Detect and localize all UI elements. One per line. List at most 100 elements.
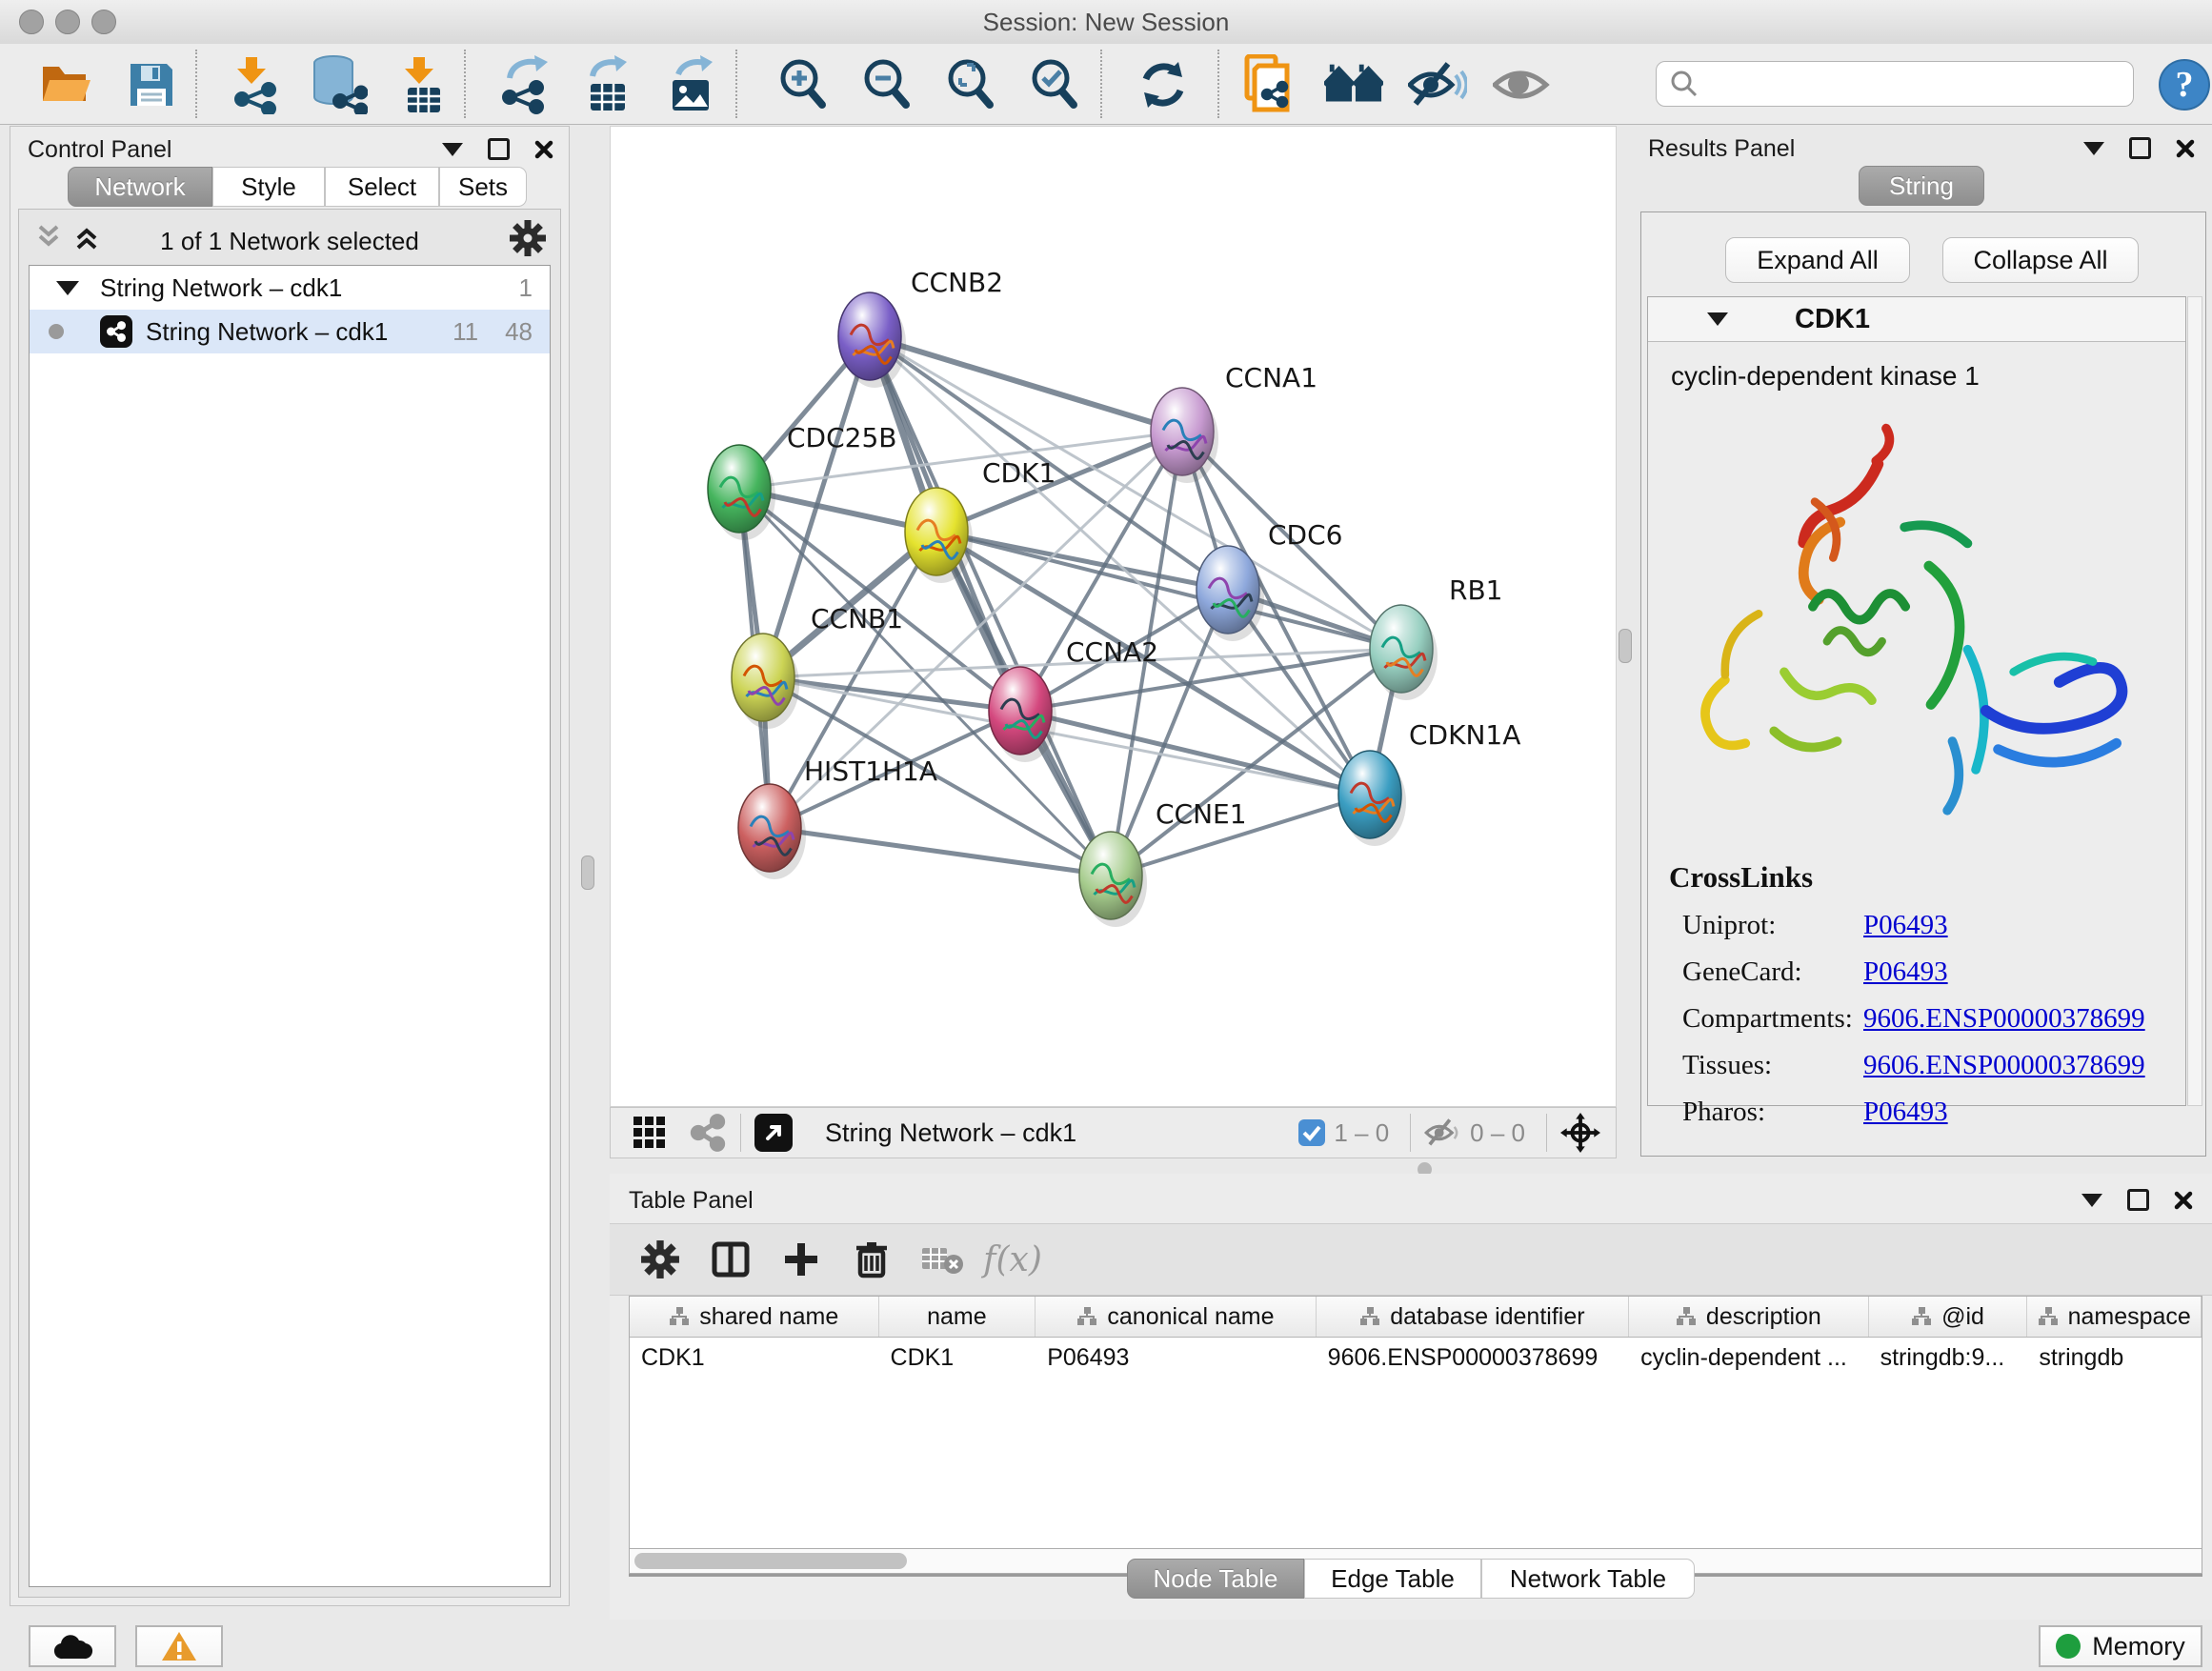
network-collection-row[interactable]: String Network – cdk1 1	[30, 266, 550, 310]
network-edge-HIST1H1A-CCNE1[interactable]	[770, 828, 1111, 876]
cloud-icon	[51, 1632, 93, 1661]
column-header-name[interactable]: name	[879, 1297, 1036, 1337]
show-columns-icon[interactable]	[695, 1239, 766, 1279]
selected-checkbox-icon[interactable]	[1297, 1118, 1326, 1147]
left-splitter-handle[interactable]	[581, 856, 594, 890]
string-protein-query-icon[interactable]	[1240, 55, 1299, 114]
panel-float-icon[interactable]	[488, 138, 510, 160]
search-input[interactable]	[1706, 70, 2133, 98]
collapse-all-button[interactable]: Collapse All	[1942, 237, 2139, 283]
pan-tool-icon[interactable]	[1560, 1113, 1600, 1153]
cloud-status-button[interactable]	[29, 1625, 116, 1667]
network-canvas[interactable]: CCNB2CCNA1CDC25BCDK1CDC6RB1CCNB1CCNA2CDK…	[610, 126, 1617, 1107]
network-edge-CDC6-CCNE1[interactable]	[1111, 590, 1228, 876]
export-network-icon[interactable]	[495, 55, 554, 114]
network-share-icon[interactable]	[689, 1114, 727, 1152]
column-header-shared-name[interactable]: shared name	[630, 1297, 879, 1337]
tab-network-table[interactable]: Network Table	[1481, 1559, 1695, 1599]
column-header-@id[interactable]: @id	[1869, 1297, 2028, 1337]
network-node-CCNE1[interactable]: CCNE1	[1079, 798, 1247, 927]
delete-column-icon[interactable]	[836, 1239, 907, 1279]
crosslink-link[interactable]: 9606.ENSP00000378699	[1863, 1050, 2145, 1081]
column-header-description[interactable]: description	[1629, 1297, 1869, 1337]
panel-float-icon[interactable]	[2129, 137, 2151, 159]
panel-close-icon[interactable]	[534, 140, 553, 159]
table-cell[interactable]: cyclin-dependent ...	[1629, 1338, 1869, 1378]
column-header-namespace[interactable]: namespace	[2027, 1297, 2202, 1337]
search-box[interactable]	[1656, 61, 2134, 107]
panel-menu-icon[interactable]	[2083, 142, 2104, 155]
node-label-CDC6: CDC6	[1268, 519, 1342, 551]
tab-string[interactable]: String	[1859, 166, 1984, 206]
crosslink-row: Uniprot:P06493	[1682, 910, 2185, 941]
results-panel: Results Panel String Expand All Collapse…	[1631, 126, 2212, 1158]
network-edge-CCNB2-CCNA1[interactable]	[870, 336, 1182, 432]
table-cell[interactable]: stringdb	[2027, 1338, 2202, 1378]
crosslink-label: Uniprot:	[1682, 910, 1863, 941]
crosslink-link[interactable]: 9606.ENSP00000378699	[1863, 1003, 2145, 1035]
tree-expander-icon[interactable]	[56, 281, 79, 295]
network-edge-CCNA2-CDKN1A[interactable]	[1020, 711, 1370, 795]
network-row[interactable]: String Network – cdk1 11 48	[30, 310, 550, 353]
results-scrollbar[interactable]	[2187, 296, 2202, 1106]
network-node-RB1[interactable]: RB1	[1370, 574, 1502, 700]
table-row[interactable]: CDK1CDK1P064939606.ENSP00000378699cyclin…	[630, 1338, 2202, 1378]
open-session-icon[interactable]	[36, 55, 95, 114]
detach-view-icon[interactable]	[754, 1114, 793, 1152]
crosslink-link[interactable]: P06493	[1863, 910, 1948, 941]
hidden-elements-counter: 0 – 0	[1470, 1118, 1525, 1148]
panel-menu-icon[interactable]	[2081, 1194, 2102, 1207]
import-table-file-icon[interactable]	[394, 55, 453, 114]
crosslink-link[interactable]: P06493	[1863, 1097, 1948, 1128]
node-section-header[interactable]: CDK1	[1648, 297, 2185, 342]
warnings-button[interactable]	[135, 1625, 223, 1667]
gene-name: CDK1	[1795, 304, 1870, 335]
import-network-file-icon[interactable]	[227, 55, 286, 114]
tab-edge-table[interactable]: Edge Table	[1304, 1559, 1481, 1599]
section-expander-icon[interactable]	[1707, 312, 1728, 326]
panel-close-icon[interactable]	[2176, 139, 2195, 158]
node-label-CDKN1A: CDKN1A	[1409, 719, 1520, 751]
column-header-database-identifier[interactable]: database identifier	[1317, 1297, 1629, 1337]
tab-style[interactable]: Style	[212, 167, 325, 207]
tab-network[interactable]: Network	[68, 167, 212, 207]
help-icon[interactable]: ?	[2155, 55, 2212, 114]
column-header-canonical-name[interactable]: canonical name	[1036, 1297, 1316, 1337]
zoom-out-icon[interactable]	[857, 55, 916, 114]
save-session-icon[interactable]	[122, 55, 181, 114]
export-image-icon[interactable]	[663, 55, 722, 114]
home-networks-icon[interactable]	[1324, 55, 1383, 114]
right-splitter-handle[interactable]	[1619, 629, 1632, 663]
show-eye-icon[interactable]	[1492, 55, 1551, 114]
panel-menu-icon[interactable]	[442, 143, 463, 156]
scrollbar-thumb[interactable]	[634, 1553, 907, 1569]
zoom-in-icon[interactable]	[774, 55, 833, 114]
hide-panel-eye-icon[interactable]	[1408, 55, 1467, 114]
table-cell[interactable]: CDK1	[630, 1338, 879, 1378]
tab-sets[interactable]: Sets	[439, 167, 527, 207]
import-network-database-icon[interactable]	[309, 55, 368, 114]
table-cell[interactable]: CDK1	[879, 1338, 1036, 1378]
selected-nodes-counter: 1 – 0	[1334, 1118, 1389, 1148]
table-settings-gear-icon[interactable]	[625, 1239, 695, 1279]
network-node-CCNA1[interactable]: CCNA1	[1151, 362, 1317, 483]
grid-view-icon[interactable]	[632, 1115, 668, 1151]
table-cell[interactable]: 9606.ENSP00000378699	[1317, 1338, 1629, 1378]
gear-icon[interactable]	[509, 219, 547, 257]
panel-float-icon[interactable]	[2127, 1189, 2149, 1211]
export-table-icon[interactable]	[579, 55, 638, 114]
tab-node-table[interactable]: Node Table	[1127, 1559, 1304, 1599]
add-column-icon[interactable]	[766, 1239, 836, 1279]
table-cell[interactable]: P06493	[1036, 1338, 1316, 1378]
zoom-selected-icon[interactable]	[1025, 55, 1084, 114]
network-node-CDKN1A[interactable]: CDKN1A	[1338, 719, 1520, 846]
panel-close-icon[interactable]	[2174, 1191, 2193, 1210]
expand-all-button[interactable]: Expand All	[1725, 237, 1910, 283]
table-cell[interactable]: stringdb:9...	[1869, 1338, 2028, 1378]
refresh-icon[interactable]	[1134, 55, 1193, 114]
crosslink-link[interactable]: P06493	[1863, 956, 1948, 988]
network-edge-CCNB2-CCNE1[interactable]	[870, 336, 1111, 876]
zoom-fit-icon[interactable]	[941, 55, 1000, 114]
tab-select[interactable]: Select	[325, 167, 439, 207]
memory-button[interactable]: Memory	[2039, 1625, 2202, 1667]
